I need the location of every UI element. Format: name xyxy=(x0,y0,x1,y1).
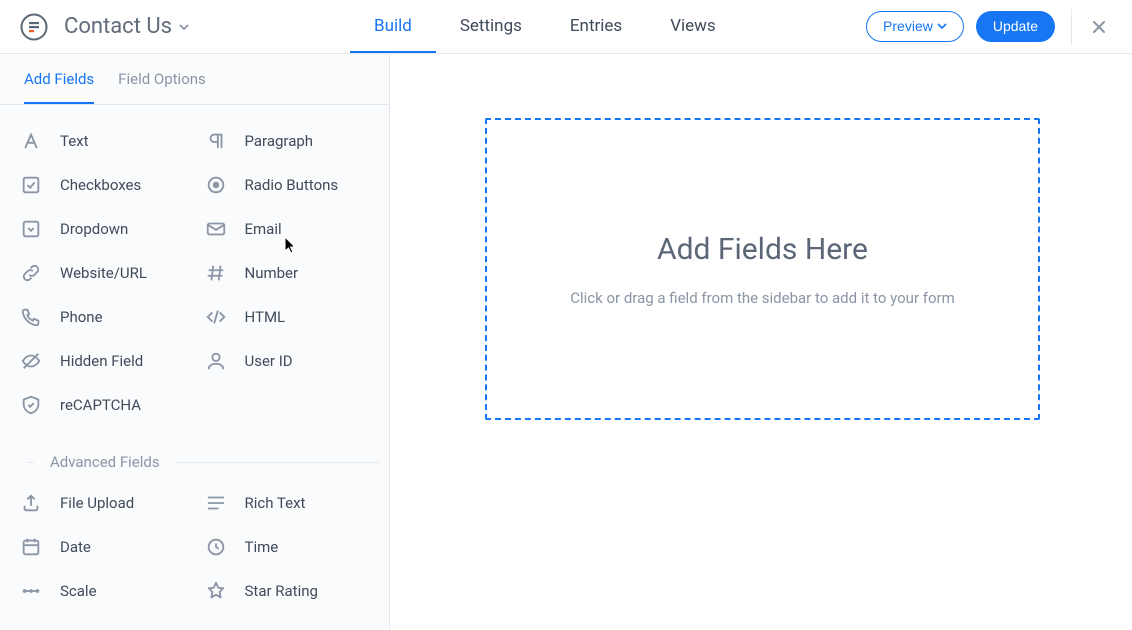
tab-settings[interactable]: Settings xyxy=(436,0,546,53)
field-rich-text[interactable]: Rich Text xyxy=(195,481,380,525)
radio-icon xyxy=(205,174,227,196)
tab-label: Settings xyxy=(460,16,522,36)
close-button[interactable] xyxy=(1084,18,1114,36)
field-label: Date xyxy=(60,538,91,556)
field-number[interactable]: Number xyxy=(195,251,380,295)
tab-views[interactable]: Views xyxy=(646,0,740,53)
field-file-upload[interactable]: File Upload xyxy=(10,481,195,525)
field-star-rating[interactable]: Star Rating xyxy=(195,569,380,613)
field-label: Website/URL xyxy=(60,264,147,282)
clock-icon xyxy=(205,536,227,558)
field-label: Rich Text xyxy=(245,494,306,512)
field-label: Email xyxy=(245,220,282,238)
preview-button[interactable]: Preview xyxy=(866,11,964,42)
field-label: Scale xyxy=(60,582,97,600)
field-recaptcha[interactable]: reCAPTCHA xyxy=(10,383,195,427)
sidebar-tab-add-fields[interactable]: Add Fields xyxy=(24,54,94,104)
dropzone-title: Add Fields Here xyxy=(657,232,868,267)
button-label: Update xyxy=(993,18,1038,35)
paragraph-icon xyxy=(205,130,227,152)
sidebar-tabs: Add Fields Field Options xyxy=(0,54,389,105)
close-icon xyxy=(1090,18,1108,36)
field-label: Hidden Field xyxy=(60,352,143,370)
field-checkboxes[interactable]: Checkboxes xyxy=(10,163,195,207)
field-user-id[interactable]: User ID xyxy=(195,339,380,383)
formidable-logo-icon xyxy=(20,13,48,41)
field-label: Number xyxy=(245,264,299,282)
richtext-icon xyxy=(205,492,227,514)
tab-label: Add Fields xyxy=(24,70,94,88)
field-radio-buttons[interactable]: Radio Buttons xyxy=(195,163,380,207)
dropzone-subtitle: Click or drag a field from the sidebar t… xyxy=(570,289,955,307)
upload-icon xyxy=(20,492,42,514)
field-html[interactable]: HTML xyxy=(195,295,380,339)
checkbox-icon xyxy=(20,174,42,196)
star-icon xyxy=(205,580,227,602)
advanced-fields-heading: Advanced Fields xyxy=(0,427,389,481)
field-label: Radio Buttons xyxy=(245,176,339,194)
field-label: Star Rating xyxy=(245,582,318,600)
text-a-icon xyxy=(20,130,42,152)
tab-label: Views xyxy=(670,16,716,36)
divider xyxy=(1071,9,1072,45)
shield-icon xyxy=(20,394,42,416)
dropzone[interactable]: Add Fields Here Click or drag a field fr… xyxy=(485,118,1040,420)
tab-build[interactable]: Build xyxy=(350,0,436,53)
calendar-icon xyxy=(20,536,42,558)
fields-sidebar: Add Fields Field Options Text Paragraph … xyxy=(0,54,390,630)
field-label: User ID xyxy=(245,352,293,370)
code-icon xyxy=(205,306,227,328)
sidebar-tab-field-options[interactable]: Field Options xyxy=(118,54,206,104)
field-label: Text xyxy=(60,132,89,150)
chevron-down-icon xyxy=(178,21,190,33)
form-title-dropdown[interactable]: Contact Us xyxy=(64,0,190,53)
field-website-url[interactable]: Website/URL xyxy=(10,251,195,295)
field-label: File Upload xyxy=(60,494,134,512)
app-logo[interactable] xyxy=(20,0,64,53)
field-email[interactable]: Email xyxy=(195,207,380,251)
tab-label: Entries xyxy=(570,16,622,36)
app-header: Contact Us Build Settings Entries Views … xyxy=(0,0,1132,54)
field-hidden[interactable]: Hidden Field xyxy=(10,339,195,383)
user-icon xyxy=(205,350,227,372)
field-time[interactable]: Time xyxy=(195,525,380,569)
field-text[interactable]: Text xyxy=(10,119,195,163)
link-icon xyxy=(20,262,42,284)
field-scale[interactable]: Scale xyxy=(10,569,195,613)
field-paragraph[interactable]: Paragraph xyxy=(195,119,380,163)
field-dropdown[interactable]: Dropdown xyxy=(10,207,195,251)
basic-fields-grid: Text Paragraph Checkboxes Radio Buttons … xyxy=(0,105,389,427)
phone-icon xyxy=(20,306,42,328)
form-title: Contact Us xyxy=(64,14,172,39)
field-label: reCAPTCHA xyxy=(60,396,141,414)
section-label-text: Advanced Fields xyxy=(50,453,160,471)
header-actions: Preview Update xyxy=(866,0,1132,53)
update-button[interactable]: Update xyxy=(976,11,1055,42)
field-date[interactable]: Date xyxy=(10,525,195,569)
chevron-down-icon xyxy=(937,21,947,31)
eye-off-icon xyxy=(20,350,42,372)
email-icon xyxy=(205,218,227,240)
tab-label: Build xyxy=(374,16,412,36)
scale-icon xyxy=(20,580,42,602)
field-label: Phone xyxy=(60,308,103,326)
hash-icon xyxy=(205,262,227,284)
tab-label: Field Options xyxy=(118,70,206,88)
dropdown-icon xyxy=(20,218,42,240)
field-label: Time xyxy=(245,538,279,556)
field-label: HTML xyxy=(245,308,286,326)
form-canvas[interactable]: Add Fields Here Click or drag a field fr… xyxy=(390,54,1132,630)
field-phone[interactable]: Phone xyxy=(10,295,195,339)
button-label: Preview xyxy=(883,18,933,35)
advanced-fields-grid: File Upload Rich Text Date Time Scale St… xyxy=(0,481,389,613)
field-label: Paragraph xyxy=(245,132,314,150)
main-tabs: Build Settings Entries Views xyxy=(350,0,740,53)
field-label: Dropdown xyxy=(60,220,128,238)
field-label: Checkboxes xyxy=(60,176,141,194)
tab-entries[interactable]: Entries xyxy=(546,0,646,53)
